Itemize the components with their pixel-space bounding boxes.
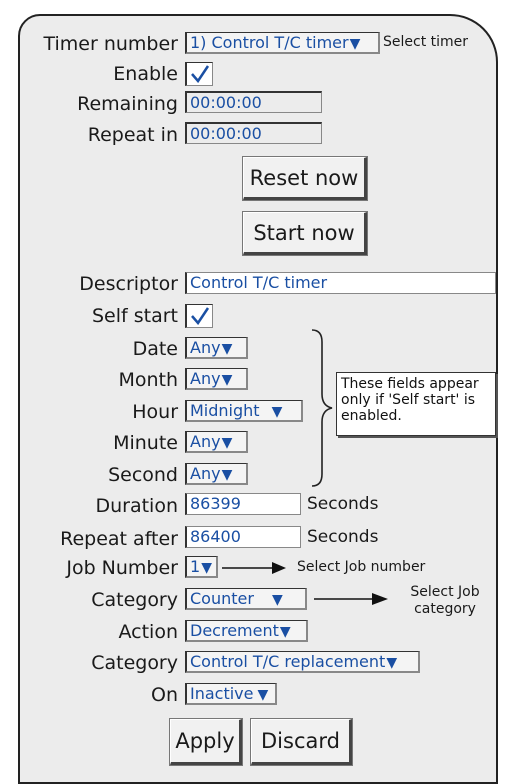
triangle-down-icon: ▼ xyxy=(257,687,269,703)
triangle-down-icon: ▼ xyxy=(201,560,212,576)
arrow-right-icon xyxy=(222,562,286,574)
arrow-right-icon xyxy=(314,593,388,605)
minute-value: Any xyxy=(190,432,221,451)
start-now-button[interactable]: Start now xyxy=(242,211,368,256)
date-value: Any xyxy=(190,338,221,357)
apply-button[interactable]: Apply xyxy=(169,718,243,766)
hour-label: Hour xyxy=(132,401,178,423)
self-start-note: These fields appear only if 'Self start'… xyxy=(336,372,496,436)
hour-value: Midnight xyxy=(190,401,260,420)
select-job-category-hint: Select Job category xyxy=(410,584,480,617)
duration-input[interactable]: 86399 xyxy=(185,493,301,515)
triangle-down-icon: ▼ xyxy=(271,404,283,420)
repeat-after-unit: Seconds xyxy=(307,527,379,547)
second-dropdown[interactable]: Any▼ xyxy=(185,463,248,485)
timer-number-dropdown[interactable]: 1) Control T/C timer▼ xyxy=(185,32,380,54)
date-dropdown[interactable]: Any▼ xyxy=(185,337,248,359)
repeat-after-input[interactable]: 86400 xyxy=(185,526,301,548)
repeat-in-field: 00:00:00 xyxy=(185,122,322,144)
category-value: Counter xyxy=(190,589,254,608)
triangle-down-icon: ▼ xyxy=(271,592,283,608)
category-dropdown[interactable]: Counter ▼ xyxy=(185,588,307,610)
on-value: Inactive xyxy=(190,684,254,703)
triangle-down-icon: ▼ xyxy=(221,341,233,357)
triangle-down-icon: ▼ xyxy=(221,372,233,388)
self-start-label: Self start xyxy=(91,305,178,327)
enable-checkbox[interactable] xyxy=(185,62,213,86)
action-label: Action xyxy=(118,621,178,643)
brace-icon xyxy=(311,329,333,487)
triangle-down-icon: ▼ xyxy=(279,624,291,640)
action-value: Decrement xyxy=(190,621,279,640)
select-job-number-hint: Select Job number xyxy=(297,559,426,575)
remaining-label: Remaining xyxy=(77,93,178,115)
second-value: Any xyxy=(190,464,221,483)
action-dropdown[interactable]: Decrement▼ xyxy=(185,620,308,642)
self-start-checkbox[interactable] xyxy=(185,304,213,328)
duration-unit: Seconds xyxy=(307,494,379,514)
triangle-down-icon: ▼ xyxy=(386,655,398,671)
on-label: On xyxy=(151,684,178,706)
timer-number-value: 1) Control T/C timer xyxy=(190,33,349,52)
month-dropdown[interactable]: Any▼ xyxy=(185,368,248,390)
enable-label: Enable xyxy=(113,63,178,85)
category-2-dropdown[interactable]: Control T/C replacement▼ xyxy=(185,651,420,673)
second-label: Second xyxy=(108,464,178,486)
repeat-in-label: Repeat in xyxy=(87,124,178,146)
category-2-label: Category xyxy=(91,652,178,674)
duration-label: Duration xyxy=(95,495,178,517)
triangle-down-icon: ▼ xyxy=(349,36,361,52)
triangle-down-icon: ▼ xyxy=(221,435,233,451)
on-dropdown[interactable]: Inactive ▼ xyxy=(185,683,277,705)
discard-button[interactable]: Discard xyxy=(250,718,353,766)
triangle-down-icon: ▼ xyxy=(221,467,233,483)
minute-dropdown[interactable]: Any▼ xyxy=(185,431,248,453)
hour-dropdown[interactable]: Midnight ▼ xyxy=(185,400,303,422)
job-number-dropdown[interactable]: 1▼ xyxy=(185,556,218,578)
descriptor-input[interactable]: Control T/C timer xyxy=(185,272,496,294)
job-number-value: 1 xyxy=(190,557,201,576)
remaining-field: 00:00:00 xyxy=(185,91,322,113)
category-label: Category xyxy=(91,589,178,611)
minute-label: Minute xyxy=(113,432,178,454)
select-timer-hint: Select timer xyxy=(383,34,469,50)
checkmark-icon xyxy=(191,307,210,325)
timer-number-label: Timer number xyxy=(43,33,178,55)
category-2-value: Control T/C replacement xyxy=(190,652,386,671)
date-label: Date xyxy=(132,338,178,360)
checkmark-icon xyxy=(191,65,210,83)
job-number-label: Job Number xyxy=(66,557,178,579)
month-value: Any xyxy=(190,369,221,388)
descriptor-label: Descriptor xyxy=(79,273,178,295)
reset-now-button[interactable]: Reset now xyxy=(242,156,368,201)
month-label: Month xyxy=(118,369,178,391)
repeat-after-label: Repeat after xyxy=(60,528,178,550)
